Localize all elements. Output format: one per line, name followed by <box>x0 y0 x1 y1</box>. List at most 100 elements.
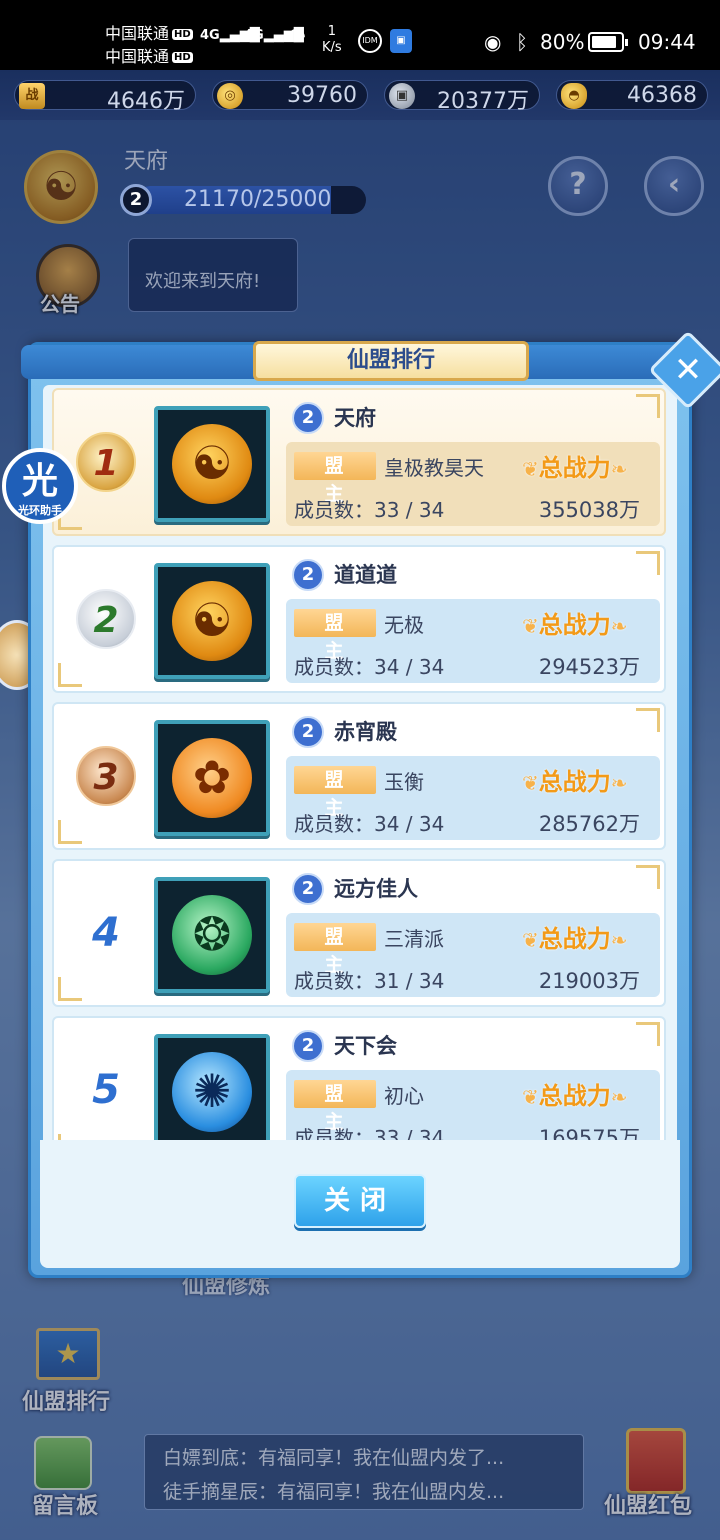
battery-icon <box>588 32 628 52</box>
leader-name: 初心 <box>384 1084 424 1108</box>
wing-icon: ❧ <box>610 1085 628 1109</box>
combat-icon: 战 <box>19 83 45 109</box>
bluetooth-icon: ᛒ <box>516 30 528 54</box>
leader-name: 无极 <box>384 613 424 637</box>
leader-tag: 盟主 <box>294 766 376 819</box>
carrier-label: 中国联通 HD <box>105 24 193 43</box>
silver-coin-icon: ▣ <box>389 83 415 109</box>
corner-ornament-icon <box>636 865 660 889</box>
halo-helper-char: 光 <box>21 461 58 502</box>
close-x-button[interactable]: ✕ <box>660 345 716 395</box>
guild-name: 道道道 <box>334 563 397 587</box>
corner-ornament-icon <box>636 708 660 732</box>
total-power-value: 285762万 <box>538 812 640 836</box>
guild-emblem-frame: ☯ <box>154 406 270 522</box>
carrier-label: 中国联通 HD <box>105 47 193 66</box>
silver-counter: ▣ 20377万 <box>384 80 540 114</box>
wing-icon: ❦ <box>522 457 539 481</box>
wing-icon: ❦ <box>522 771 539 795</box>
eye-icon: ◉ <box>484 30 502 54</box>
leader-name: 三清派 <box>384 927 444 951</box>
guild-level-badge: 2 <box>292 559 324 591</box>
total-power-value: 355038万 <box>538 498 640 522</box>
guild-info-box: 盟主 玉衡 ❦总战力❧ 成员数：34 / 34 285762万 <box>286 756 660 840</box>
wing-icon: ❦ <box>522 928 539 952</box>
app-notification-icon: ▣ <box>390 29 412 53</box>
total-power-tag: ❦总战力❧ <box>522 925 628 953</box>
guild-emblem-icon: ✺ <box>172 1052 252 1132</box>
coin-counter: ◎ 39760 <box>212 80 368 110</box>
guild-name: 赤宵殿 <box>334 720 397 744</box>
guild-emblem-frame: ❂ <box>154 877 270 993</box>
exp-text: 21170/25000 <box>184 187 332 212</box>
ranking-row[interactable]: 3 ✿ 2 赤宵殿 盟主 玉衡 ❦总战力❧ 成员数：34 / 34 285762… <box>52 702 666 850</box>
ranking-row[interactable]: 1 ☯ 2 天府 盟主 皇极教昊天 ❦总战力❧ 成员数：33 / 34 3550… <box>52 388 666 536</box>
guild-name: 远方佳人 <box>334 877 418 901</box>
member-count: 成员数：33 / 34 <box>294 1126 445 1140</box>
coin-icon: ◎ <box>217 83 243 109</box>
corner-ornament-icon <box>636 394 660 418</box>
corner-ornament-icon <box>636 1022 660 1046</box>
modal-title: 仙盟排行 <box>253 341 529 381</box>
total-power-value: 294523万 <box>538 655 640 679</box>
ingot-counter: ◓ 46368 <box>556 80 708 110</box>
close-button[interactable]: 关闭 <box>294 1174 426 1228</box>
member-count: 成员数：31 / 34 <box>294 969 445 993</box>
idm-icon: IDM <box>358 29 382 53</box>
guild-emblem-icon: ☯ <box>172 581 252 661</box>
wing-icon: ❧ <box>610 928 628 952</box>
guild-emblem-icon: ❂ <box>172 895 252 975</box>
member-count: 成员数：34 / 34 <box>294 812 445 836</box>
leader-tag: 盟主 <box>294 452 376 505</box>
combat-power-counter: 战 4646万 <box>14 80 196 114</box>
guild-info-box: 盟主 皇极教昊天 ❦总战力❧ 成员数：33 / 34 355038万 <box>286 442 660 526</box>
guild-level-badge: 2 <box>292 402 324 434</box>
guild-emblem-frame: ✿ <box>154 720 270 836</box>
wing-icon: ❧ <box>610 771 628 795</box>
leader-name: 皇极教昊天 <box>384 456 484 480</box>
leader-tag: 盟主 <box>294 1080 376 1133</box>
wing-icon: ❧ <box>610 614 628 638</box>
leader-tag: 盟主 <box>294 609 376 662</box>
guild-emblem-icon: ✿ <box>172 738 252 818</box>
ranking-list[interactable]: 1 ☯ 2 天府 盟主 皇极教昊天 ❦总战力❧ 成员数：33 / 34 3550… <box>52 388 666 1140</box>
total-power-value: 219003万 <box>538 969 640 993</box>
rank-badge: 3 <box>76 746 136 806</box>
corner-ornament-icon <box>58 663 82 687</box>
guild-info-box: 盟主 三清派 ❦总战力❧ 成员数：31 / 34 219003万 <box>286 913 660 997</box>
rank-badge: 2 <box>76 589 136 649</box>
wing-icon: ❧ <box>610 457 628 481</box>
ranking-row[interactable]: 5 ✺ 2 天下会 盟主 初心 ❦总战力❧ 成员数：33 / 34 169575… <box>52 1016 666 1140</box>
net-speed: 1 K/s <box>322 24 342 55</box>
guild-name: 天府 <box>334 406 376 430</box>
guild-emblem-icon: ☯ <box>172 424 252 504</box>
wing-icon: ❦ <box>522 614 539 638</box>
guild-emblem-frame: ✺ <box>154 1034 270 1140</box>
leader-name: 玉衡 <box>384 770 424 794</box>
status-bar: 中国联通 HD 中国联通 HD 4G▂▄▆█ 4G▂▄▆█ ◠ 1 K/s IDM ▣… <box>0 0 720 70</box>
member-count: 成员数：33 / 34 <box>294 498 445 522</box>
corner-ornament-icon <box>58 977 82 1001</box>
rank-badge: 4 <box>92 910 120 956</box>
guild-info-box: 盟主 初心 ❦总战力❧ 成员数：33 / 34 169575万 <box>286 1070 660 1140</box>
total-power-value: 169575万 <box>538 1126 640 1140</box>
rank-badge: 1 <box>76 432 136 492</box>
leader-tag: 盟主 <box>294 923 376 976</box>
total-power-tag: ❦总战力❧ <box>522 768 628 796</box>
total-power-tag: ❦总战力❧ <box>522 1082 628 1110</box>
clock: 09:44 <box>638 30 696 54</box>
corner-ornament-icon <box>58 820 82 844</box>
ranking-row[interactable]: 2 ☯ 2 道道道 盟主 无极 ❦总战力❧ 成员数：34 / 34 294523… <box>52 545 666 693</box>
member-count: 成员数：34 / 34 <box>294 655 445 679</box>
total-power-tag: ❦总战力❧ <box>522 611 628 639</box>
guild-level-badge: 2 <box>120 184 152 216</box>
currency-bar: 战 4646万 ◎ 39760 ▣ 20377万 ◓ 46368 <box>0 70 720 120</box>
halo-helper-label: 光环助手 <box>18 504 62 517</box>
battery-percent: 80% <box>540 30 585 54</box>
ranking-row[interactable]: 4 ❂ 2 远方佳人 盟主 三清派 ❦总战力❧ 成员数：31 / 34 2190… <box>52 859 666 1007</box>
gold-ingot-icon: ◓ <box>561 83 587 109</box>
rank-badge: 5 <box>92 1067 120 1113</box>
wing-icon: ❦ <box>522 1085 539 1109</box>
wifi-icon: ◠ <box>288 24 305 49</box>
guild-level-badge: 2 <box>292 1030 324 1062</box>
